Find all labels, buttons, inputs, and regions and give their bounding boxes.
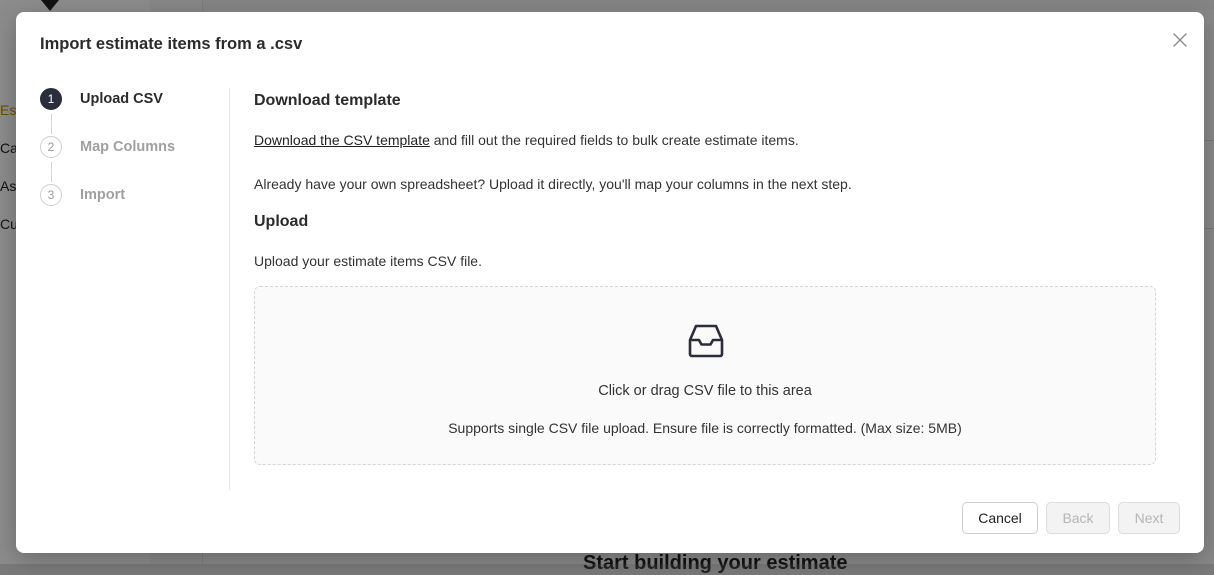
dropzone-text: Click or drag CSV file to this area — [598, 383, 812, 399]
step-label: Upload CSV — [80, 91, 163, 107]
step-number: 2 — [40, 136, 62, 158]
own-spreadsheet-text: Already have your own spreadsheet? Uploa… — [254, 176, 852, 192]
step-map-columns: 2 Map Columns — [40, 136, 175, 158]
step-label: Map Columns — [80, 139, 176, 155]
csv-dropzone[interactable]: Click or drag CSV file to this area Supp… — [254, 286, 1156, 465]
cancel-button[interactable]: Cancel — [962, 502, 1038, 534]
step-import: 3 Import — [40, 184, 125, 206]
upload-title: Upload — [254, 213, 309, 230]
step-connector — [51, 114, 52, 134]
next-button[interactable]: Next — [1118, 502, 1180, 534]
step-number: 3 — [40, 184, 62, 206]
back-button[interactable]: Back — [1046, 502, 1110, 534]
modal-title: Import estimate items from a .csv — [40, 35, 303, 53]
download-template-title: Download template — [254, 92, 401, 109]
step-label: Import — [80, 187, 126, 203]
upload-description: Upload your estimate items CSV file. — [254, 253, 482, 269]
close-button[interactable] — [1170, 30, 1190, 50]
download-template-text: Download the CSV template and fill out t… — [254, 132, 799, 148]
import-modal: Import estimate items from a .csv 1 Uplo… — [16, 12, 1204, 553]
step-number: 1 — [40, 88, 62, 110]
close-icon — [1173, 33, 1187, 47]
inbox-icon — [688, 324, 724, 358]
download-template-suffix: and fill out the required fields to bulk… — [429, 132, 799, 148]
step-connector — [51, 162, 52, 182]
steps-divider — [229, 88, 230, 490]
step-upload-csv: 1 Upload CSV — [40, 88, 163, 110]
dropzone-hint: Supports single CSV file upload. Ensure … — [448, 420, 962, 436]
download-template-link[interactable]: Download the CSV template — [254, 132, 430, 148]
